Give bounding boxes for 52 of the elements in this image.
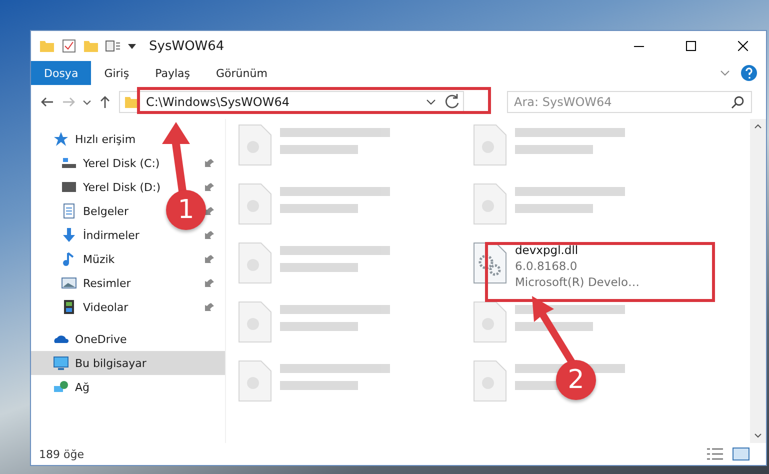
pin-icon[interactable]: [205, 278, 215, 288]
drive-icon: [61, 179, 77, 195]
pin-icon[interactable]: [205, 158, 215, 168]
close-icon: [738, 41, 748, 51]
scrollbar[interactable]: [750, 119, 766, 443]
item-count: 189 öğe: [39, 448, 84, 460]
ribbon-tab[interactable]: Dosya: [31, 61, 92, 85]
monitor-icon: [53, 355, 69, 371]
folder-icon: [39, 38, 55, 54]
pin-icon[interactable]: [205, 206, 215, 216]
folder-icon: [83, 38, 99, 54]
pin-icon[interactable]: [205, 254, 215, 264]
address-path: C:\Windows\SysWOW64: [146, 95, 290, 109]
nav-item[interactable]: Yerel Disk (D:): [83, 180, 161, 194]
nav-item[interactable]: Videolar: [83, 300, 128, 314]
maximize-icon: [686, 41, 696, 51]
film-icon: [61, 299, 77, 315]
nav-item[interactable]: OneDrive: [75, 332, 127, 346]
star-icon: [53, 131, 69, 147]
large-icons-view-icon: [732, 447, 750, 461]
file-detail: Microsoft(R) Develo…: [515, 274, 640, 290]
pin-icon[interactable]: [205, 302, 215, 312]
folder-icon: [124, 94, 140, 110]
chevron-down-icon: [83, 100, 91, 104]
nav-item[interactable]: Bu bilgisayar: [75, 356, 146, 370]
drive-icon: [61, 155, 77, 171]
download-icon: [61, 227, 77, 243]
caret-icon: [127, 41, 137, 51]
pin-icon[interactable]: [205, 182, 215, 192]
ribbon-tab[interactable]: Giriş: [91, 61, 142, 85]
details-view-icon: [706, 447, 724, 461]
nav-item[interactable]: Yerel Disk (C:): [83, 156, 160, 170]
network-icon: [53, 379, 69, 395]
properties-icon: [105, 38, 121, 54]
nav-item[interactable]: İndirmeler: [83, 228, 140, 242]
document-icon: [61, 203, 77, 219]
file-name[interactable]: devxpgl.dll: [515, 242, 640, 258]
nav-item[interactable]: Resimler: [83, 276, 131, 290]
search-icon: [731, 95, 745, 109]
pin-icon[interactable]: [205, 230, 215, 240]
checklist-icon: [61, 38, 77, 54]
picture-icon: [61, 275, 77, 291]
ribbon-tab[interactable]: Paylaş: [142, 61, 203, 85]
nav-item[interactable]: Hızlı erişim: [75, 132, 136, 146]
ribbon-tab[interactable]: Görünüm: [203, 61, 280, 85]
window-title: SysWOW64: [149, 38, 226, 54]
nav-item[interactable]: Müzik: [83, 252, 115, 266]
chevron-down-icon: [720, 70, 730, 76]
address-field[interactable]: C:\Windows\SysWOW64: [119, 91, 464, 113]
file-detail: 6.0.8168.0: [515, 258, 578, 274]
nav-item[interactable]: Ağ: [75, 380, 90, 394]
nav-item[interactable]: Belgeler: [83, 204, 128, 218]
